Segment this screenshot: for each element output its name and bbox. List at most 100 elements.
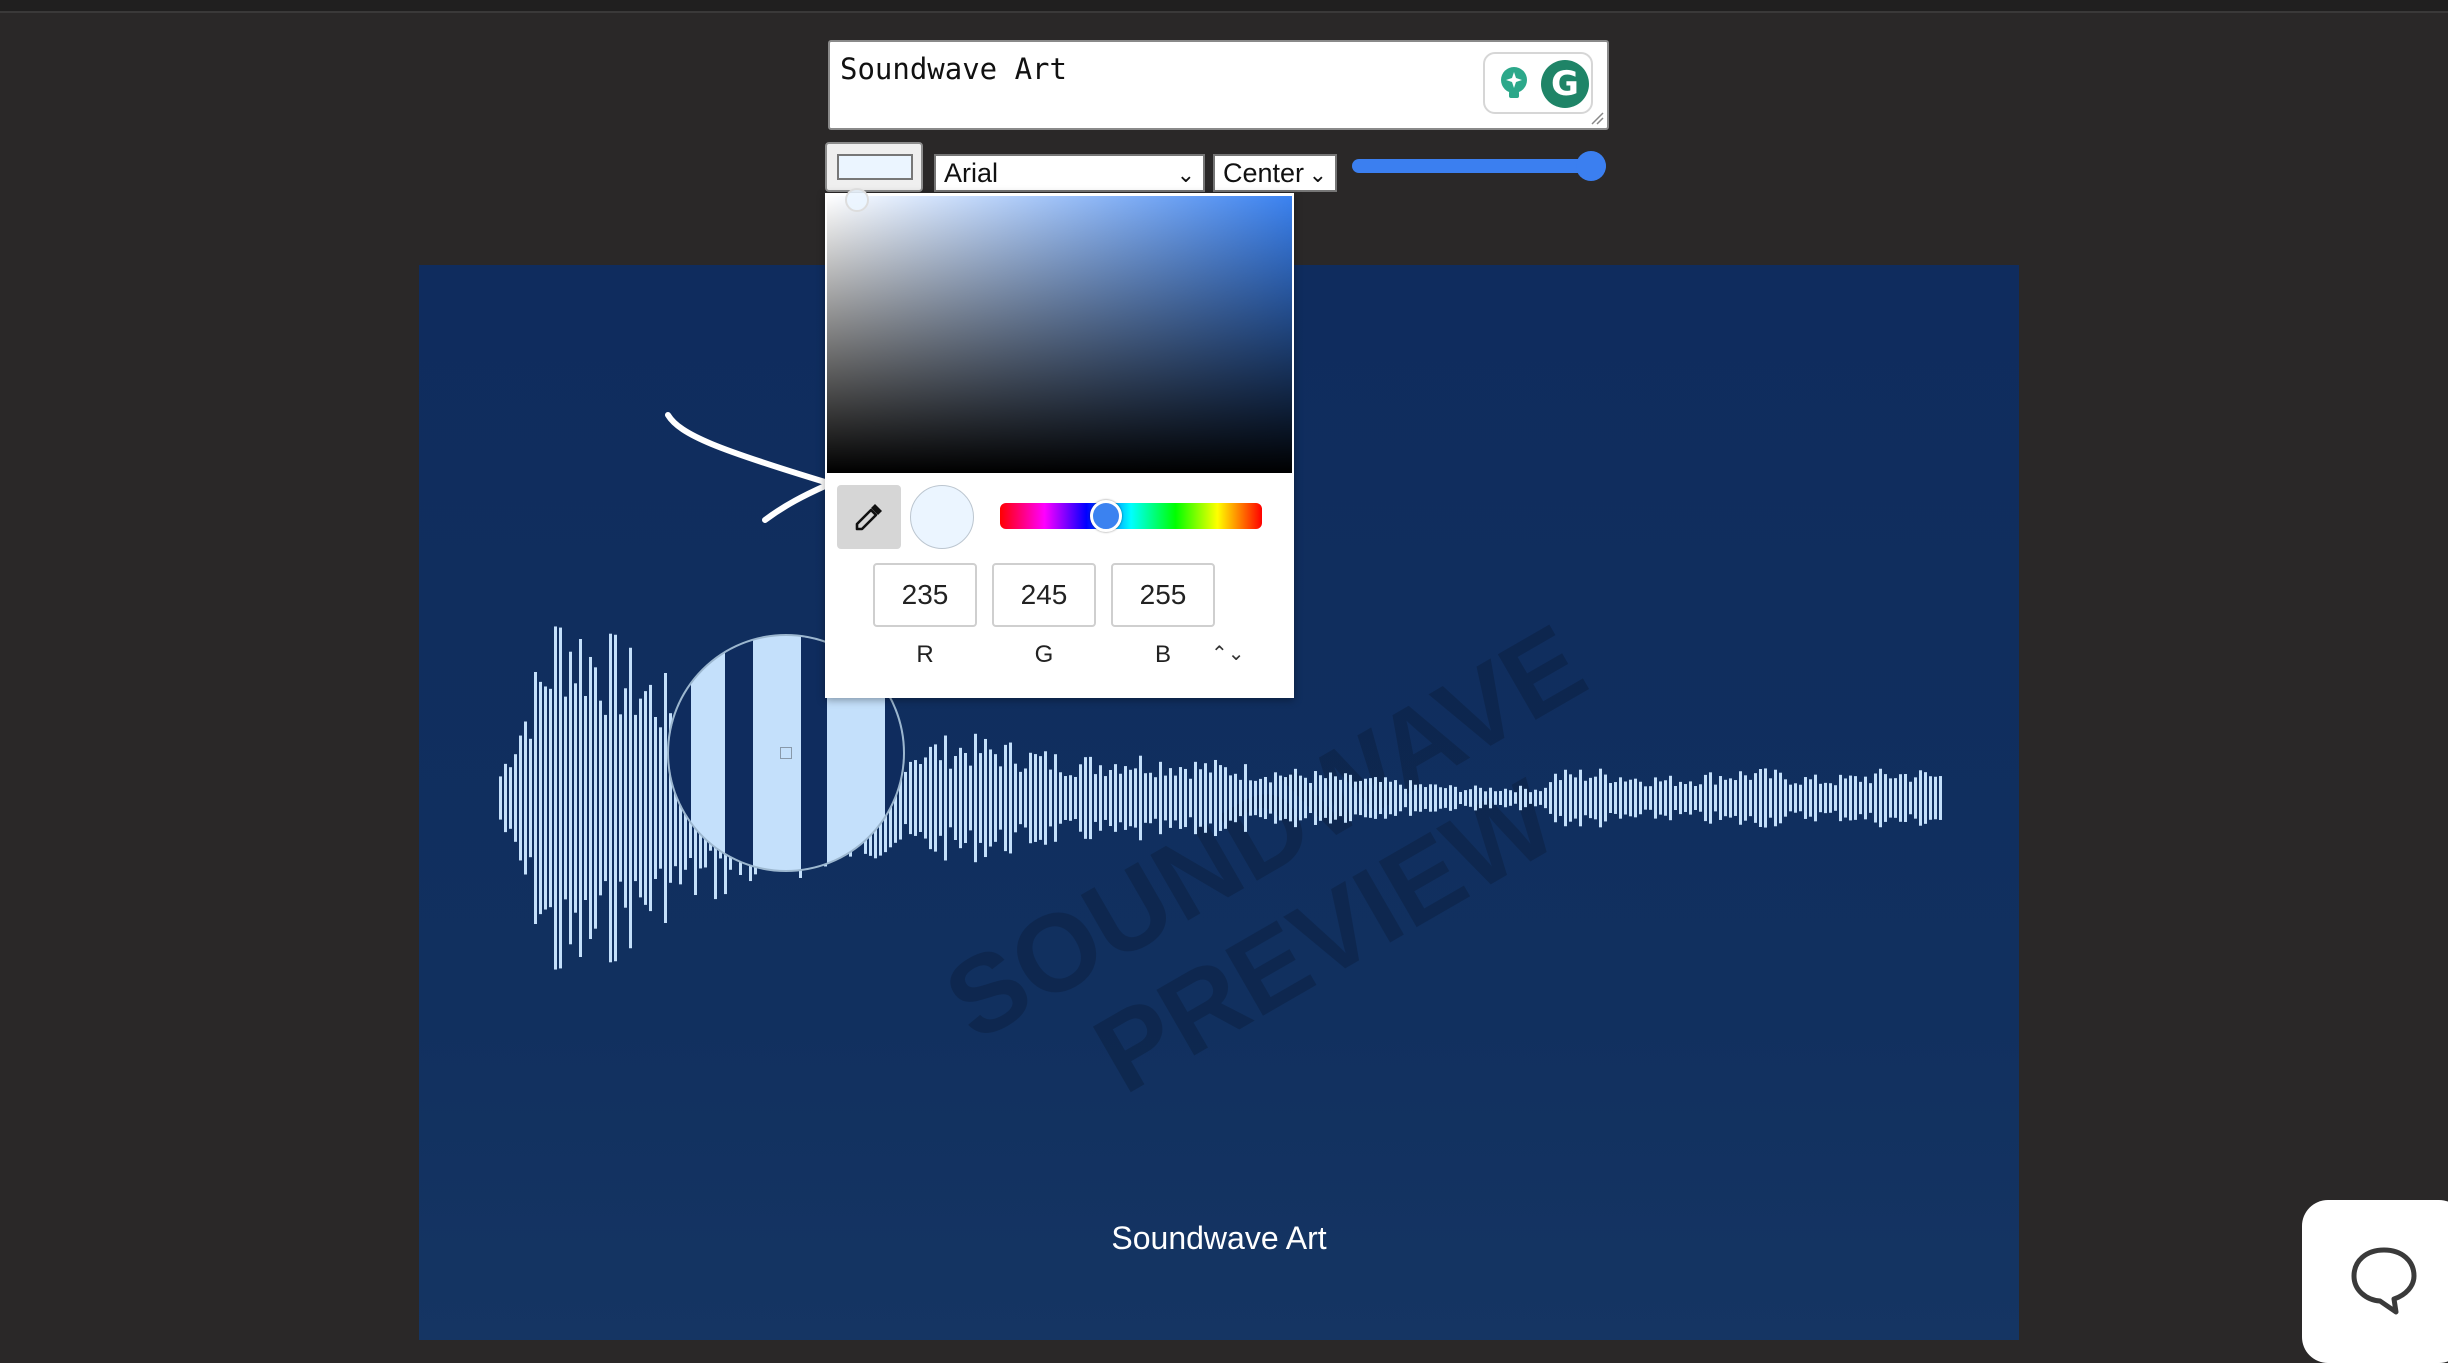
wave-bar (569, 651, 572, 945)
lightbulb-icon[interactable] (1495, 64, 1533, 102)
chevron-down-icon: ⌄ (1176, 162, 1195, 187)
wave-bar (524, 721, 527, 875)
wave-bar (939, 760, 942, 836)
wave-bar (1574, 777, 1577, 819)
chat-bubble-icon (2351, 1247, 2417, 1315)
wave-bar (1774, 769, 1777, 827)
wave-bar (1749, 779, 1752, 817)
wave-bar (1309, 782, 1312, 814)
wave-bar (1059, 772, 1062, 824)
wave-bar (589, 656, 592, 940)
wave-bar (1524, 788, 1527, 808)
wave-bar (1604, 774, 1607, 822)
saturation-value-area[interactable] (827, 188, 1292, 473)
wave-bar (1294, 768, 1297, 828)
saturation-handle[interactable] (845, 188, 869, 212)
chat-widget-button[interactable] (2302, 1200, 2448, 1363)
wave-bar (1714, 784, 1717, 812)
wave-bar (1234, 773, 1237, 823)
wave-bar (1094, 774, 1097, 822)
wave-bar (504, 763, 507, 833)
wave-bar (1159, 761, 1162, 835)
green-input[interactable]: 245 (992, 563, 1096, 627)
wave-bar (1199, 769, 1202, 827)
color-picker-popup: 235 245 255 R G B ⌃⌄ (825, 188, 1294, 698)
color-mode-toggle[interactable]: ⌃⌄ (1211, 641, 1245, 666)
annotation-arrow (665, 412, 828, 523)
color-picker-button[interactable] (825, 142, 923, 192)
alignment-select[interactable]: Center ⌄ (1213, 154, 1337, 192)
wave-bar (1654, 777, 1657, 819)
resize-handle-icon[interactable] (1590, 111, 1604, 125)
wave-bar (1884, 774, 1887, 822)
wave-bar (1429, 784, 1432, 812)
wave-bar (1444, 788, 1447, 808)
wave-bar (1874, 773, 1877, 823)
wave-bar (924, 757, 927, 839)
wave-bar (1459, 791, 1462, 805)
wave-bar (1799, 784, 1802, 812)
wave-bar (1239, 779, 1242, 817)
grammarly-g-icon[interactable]: G (1541, 60, 1589, 108)
grammarly-widget[interactable]: G (1483, 52, 1593, 114)
title-textarea[interactable]: Soundwave Art G (828, 40, 1609, 130)
wave-bar (1924, 772, 1927, 824)
wave-bar (529, 738, 532, 858)
wave-bar (574, 683, 577, 913)
wave-bar (1119, 773, 1122, 823)
wave-bar (634, 714, 637, 882)
wave-bar (959, 747, 962, 849)
wave-bar (654, 717, 657, 879)
wave-bar (1739, 771, 1742, 825)
color-swatch (837, 154, 913, 180)
wave-bar (1494, 791, 1497, 805)
blue-input[interactable]: 255 (1111, 563, 1215, 627)
wave-bar (1649, 786, 1652, 810)
wave-bar (1469, 789, 1472, 807)
wave-bar (1804, 777, 1807, 819)
wave-bar (1424, 787, 1427, 809)
size-slider-track[interactable] (1352, 159, 1606, 173)
wave-bar (1089, 756, 1092, 840)
wave-bar (1144, 773, 1147, 823)
wave-bar (1069, 775, 1072, 821)
wave-bar (1934, 776, 1937, 820)
font-select[interactable]: Arial ⌄ (934, 154, 1205, 192)
wave-bar (1259, 778, 1262, 818)
eyedropper-button[interactable] (837, 485, 901, 549)
wave-bar (1049, 769, 1052, 827)
wave-bar (1789, 784, 1792, 812)
wave-bar (1464, 790, 1467, 806)
wave-bar (1844, 778, 1847, 818)
wave-bar (599, 700, 602, 896)
hue-slider[interactable] (1000, 503, 1262, 529)
wave-bar (994, 754, 997, 842)
wave-bar (1224, 767, 1227, 829)
wave-bar (1394, 780, 1397, 816)
wave-bar (1174, 775, 1177, 821)
wave-bar (1499, 790, 1502, 806)
wave-bar (534, 671, 537, 925)
wave-bar (1379, 781, 1382, 815)
wave-bar (1214, 759, 1217, 837)
wave-bar (1374, 777, 1377, 819)
wave-bar (549, 688, 552, 908)
hue-slider-thumb[interactable] (1090, 500, 1122, 532)
canvas-caption: Soundwave Art (1111, 1220, 1327, 1256)
size-slider-thumb[interactable] (1576, 151, 1606, 181)
title-text[interactable]: Soundwave Art (840, 52, 1067, 86)
wave-bar (1329, 772, 1332, 824)
wave-bar (1724, 779, 1727, 817)
wave-bar (979, 753, 982, 843)
wave-bar (1169, 768, 1172, 828)
red-input[interactable]: 235 (873, 563, 977, 627)
wave-bar (1034, 754, 1037, 842)
wave-bar (1619, 777, 1622, 819)
wave-bar (1834, 785, 1837, 811)
wave-bar (1324, 778, 1327, 818)
wave-bar (1124, 766, 1127, 830)
wave-bar (1179, 767, 1182, 829)
wave-bar (1514, 792, 1517, 804)
wave-bar (1289, 774, 1292, 822)
wave-bar (974, 733, 977, 863)
